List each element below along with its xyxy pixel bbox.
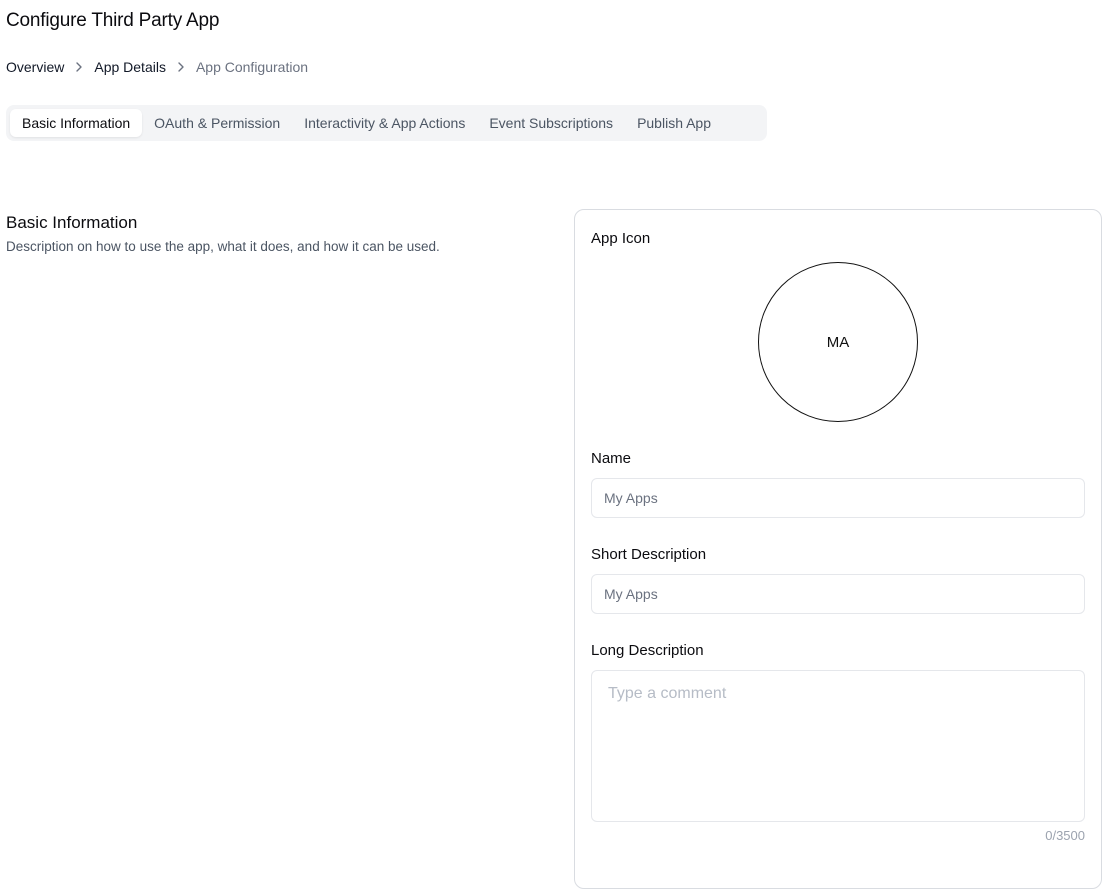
short-description-label: Short Description (591, 546, 707, 563)
app-icon-avatar[interactable]: MA (758, 262, 918, 422)
section-title: Basic Information (6, 213, 138, 232)
tab-bar: Basic Information OAuth & Permission Int… (6, 105, 767, 141)
character-count: 0/3500 (1045, 828, 1085, 843)
short-description-input[interactable] (591, 574, 1085, 614)
breadcrumb-overview[interactable]: Overview (6, 58, 64, 76)
page-title: Configure Third Party App (6, 10, 220, 31)
chevron-right-icon (64, 61, 94, 73)
tab-oauth-permission[interactable]: OAuth & Permission (142, 109, 292, 137)
tab-interactivity-app-actions[interactable]: Interactivity & App Actions (292, 109, 477, 137)
tab-publish-app[interactable]: Publish App (625, 109, 723, 137)
breadcrumb-app-configuration: App Configuration (195, 59, 309, 75)
breadcrumb-app-details[interactable]: App Details (94, 58, 166, 76)
breadcrumb: Overview App Details App Configuration (6, 58, 308, 76)
tab-basic-information[interactable]: Basic Information (10, 109, 143, 137)
tab-event-subscriptions[interactable]: Event Subscriptions (477, 109, 625, 137)
name-input[interactable] (591, 478, 1085, 518)
app-icon-label: App Icon (591, 230, 651, 247)
long-description-label: Long Description (591, 642, 704, 659)
long-description-textarea[interactable] (591, 670, 1085, 822)
basic-info-form-card: App Icon MA Name Short Description Long … (574, 209, 1102, 889)
name-label: Name (591, 450, 632, 467)
app-icon-initials: MA (826, 333, 850, 351)
section-description: Description on how to use the app, what … (6, 239, 440, 254)
chevron-right-icon (166, 61, 196, 73)
